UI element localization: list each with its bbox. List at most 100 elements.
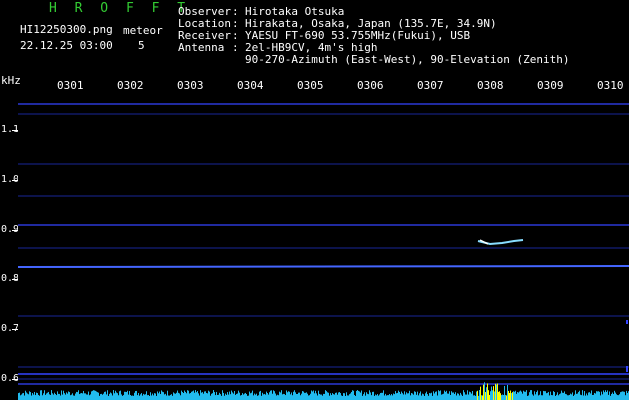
noise-sample xyxy=(622,391,623,400)
noise-sample xyxy=(434,393,435,400)
noise-sample xyxy=(458,393,459,400)
noise-sample xyxy=(576,393,577,400)
noise-sample xyxy=(529,392,530,400)
noise-sample xyxy=(29,391,30,400)
filename-label: HI12250300.png xyxy=(20,23,113,36)
noise-sample xyxy=(39,395,40,400)
noise-sample xyxy=(364,392,365,400)
noise-sample xyxy=(579,390,580,400)
noise-sample xyxy=(577,393,578,400)
noise-sample xyxy=(106,394,107,400)
noise-sample xyxy=(498,391,499,400)
noise-sample xyxy=(293,391,294,400)
noise-sample xyxy=(256,393,257,400)
noise-sample xyxy=(215,395,216,400)
noise-sample xyxy=(393,393,394,400)
noise-sample xyxy=(574,394,575,400)
noise-sample xyxy=(244,393,245,400)
noise-sample xyxy=(357,390,358,400)
noise-sample xyxy=(359,391,360,400)
noise-sample xyxy=(24,395,25,400)
noise-sample xyxy=(570,393,571,400)
noise-sample xyxy=(221,395,222,400)
sep: : xyxy=(232,41,239,54)
noise-sample xyxy=(536,392,537,400)
noise-sample xyxy=(231,390,232,400)
noise-sample xyxy=(190,393,191,400)
noise-sample xyxy=(153,395,154,400)
noise-sample xyxy=(144,394,145,400)
noise-sample xyxy=(462,395,463,400)
noise-sample xyxy=(406,392,407,400)
noise-sample xyxy=(373,391,374,400)
y-unit-label: kHz xyxy=(1,74,21,87)
noise-sample xyxy=(355,395,356,400)
noise-sample xyxy=(588,392,589,400)
noise-sample xyxy=(388,395,389,400)
noise-sample xyxy=(255,394,256,400)
noise-sample xyxy=(55,394,56,400)
noise-sample xyxy=(414,391,415,400)
noise-sample xyxy=(545,391,546,400)
noise-sample xyxy=(417,391,418,400)
noise-sample xyxy=(92,390,93,400)
noise-sample xyxy=(502,394,503,400)
noise-sample xyxy=(390,395,391,400)
noise-sample xyxy=(402,393,403,400)
noise-sample xyxy=(157,391,158,400)
noise-sample xyxy=(316,393,317,400)
noise-sample xyxy=(539,394,540,400)
noise-sample xyxy=(506,395,507,400)
noise-sample xyxy=(558,395,559,400)
noise-sample xyxy=(522,393,523,400)
noise-sample xyxy=(448,393,449,400)
noise-sample xyxy=(131,395,132,400)
noise-sample xyxy=(556,394,557,400)
noise-sample xyxy=(492,390,493,400)
noise-sample xyxy=(257,395,258,400)
noise-sample xyxy=(98,392,99,400)
noise-sample xyxy=(453,392,454,400)
noise-sample xyxy=(341,395,342,400)
noise-sample xyxy=(246,394,247,400)
noise-sample xyxy=(460,392,461,400)
x-tick-label: 0310 xyxy=(597,79,624,92)
noise-sample xyxy=(329,395,330,400)
noise-sample xyxy=(552,395,553,400)
noise-sample xyxy=(321,394,322,400)
noise-sample xyxy=(487,383,488,400)
noise-sample xyxy=(210,395,211,400)
noise-sample xyxy=(561,390,562,400)
noise-sample xyxy=(490,391,491,400)
noise-sample xyxy=(181,390,182,400)
noise-sample xyxy=(401,391,402,400)
noise-sample xyxy=(34,391,35,400)
noise-sample xyxy=(119,391,120,400)
noise-sample xyxy=(426,391,427,400)
noise-sample xyxy=(306,392,307,400)
noise-sample xyxy=(179,393,180,400)
noise-sample xyxy=(366,392,367,400)
noise-sample xyxy=(237,393,238,400)
noise-sample xyxy=(456,395,457,400)
noise-sample xyxy=(337,394,338,400)
noise-sample xyxy=(505,394,506,400)
noise-sample xyxy=(313,390,314,400)
noise-sample xyxy=(152,393,153,400)
noise-sample xyxy=(108,395,109,400)
noise-sample xyxy=(177,390,178,400)
noise-sample xyxy=(254,393,255,400)
noise-sample xyxy=(507,384,508,400)
noise-sample xyxy=(454,393,455,400)
noise-sample xyxy=(524,391,525,400)
noise-sample xyxy=(343,393,344,400)
noise-sample xyxy=(46,393,47,400)
noise-sample xyxy=(62,394,63,400)
noise-sample xyxy=(504,385,505,400)
noise-sample xyxy=(538,395,539,400)
noise-sample xyxy=(358,390,359,400)
noise-sample xyxy=(479,390,480,400)
noise-sample xyxy=(353,390,354,400)
noise-sample xyxy=(442,394,443,400)
noise-sample xyxy=(110,392,111,400)
